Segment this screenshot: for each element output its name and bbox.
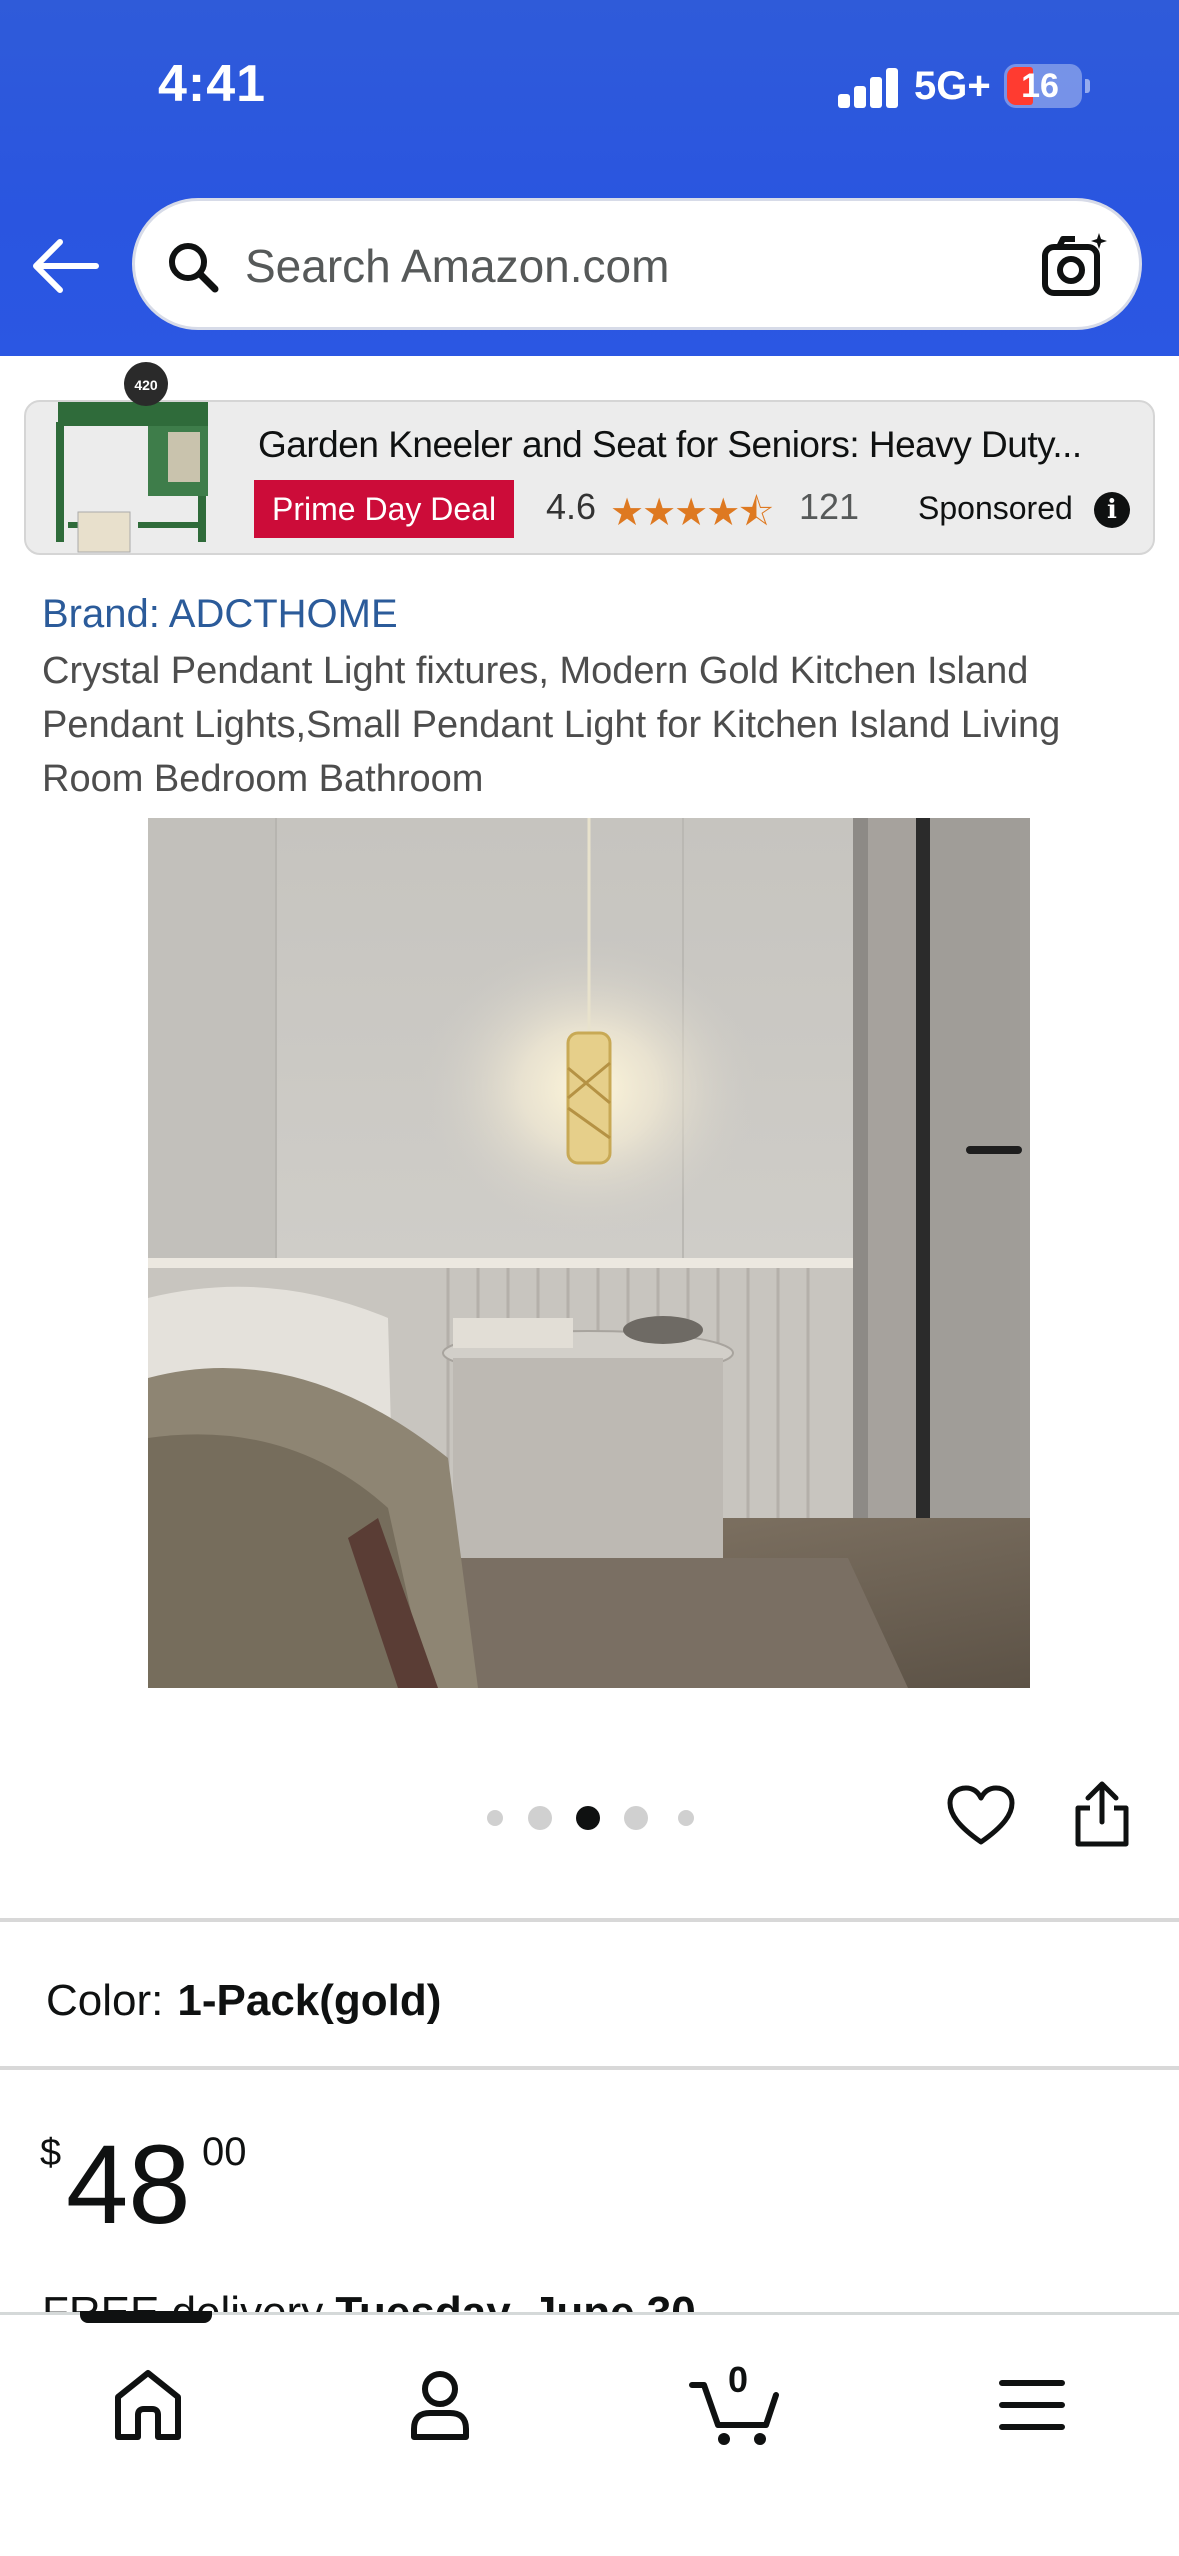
carousel-dot[interactable] (528, 1806, 552, 1830)
product-title: Crystal Pendant Light fixtures, Modern G… (42, 650, 1061, 800)
search-input[interactable] (245, 231, 1005, 301)
ad-review-count: 121 (799, 486, 860, 527)
product-photo (148, 818, 1030, 1688)
ad-star-rating: ★★★★⯪ (610, 492, 774, 534)
carousel-dot[interactable] (487, 1810, 503, 1826)
price-currency: $ (40, 2132, 62, 2174)
cart-button[interactable]: 0 (688, 2355, 788, 2455)
price-fraction: 00 (202, 2130, 247, 2174)
back-arrow-icon[interactable] (30, 236, 100, 296)
cellular-signal-icon (838, 66, 900, 108)
section-divider (0, 2066, 1179, 2070)
heart-icon[interactable] (946, 1784, 1016, 1848)
brand-link[interactable]: Brand: ADCTHOME (42, 592, 398, 637)
search-bar[interactable] (132, 198, 1142, 330)
carousel-dot[interactable] (624, 1806, 648, 1830)
ad-title[interactable]: Garden Kneeler and Seat for Seniors: Hea… (258, 424, 1118, 466)
color-label: Color: (46, 1976, 164, 2025)
color-selector[interactable]: Color: 1-Pack(gold) (46, 1976, 441, 2026)
share-icon[interactable] (1070, 1778, 1134, 1850)
camera-search-icon[interactable] (1039, 229, 1111, 301)
carousel-dot[interactable] (678, 1810, 694, 1826)
cart-count: 0 (727, 2359, 749, 2400)
prime-day-deal-badge: Prime Day Deal (254, 480, 515, 538)
ad-product-image: 420 (56, 362, 208, 553)
info-icon[interactable]: i (1094, 492, 1130, 528)
svg-text:420: 420 (134, 377, 158, 393)
app-header: 4:41 5G+ 16 (0, 0, 1179, 356)
active-tab-indicator (80, 2311, 212, 2323)
account-icon[interactable] (390, 2355, 490, 2455)
battery-level: 16 (1021, 67, 1059, 105)
carousel-dot-active[interactable] (576, 1806, 600, 1830)
home-icon[interactable] (98, 2355, 198, 2455)
status-time: 4:41 (158, 55, 267, 113)
battery-icon: 16 (1004, 64, 1090, 108)
ad-rating-value: 4.6 (546, 486, 597, 527)
bottom-nav: 0 (0, 2311, 1179, 2556)
price-whole: 48 (66, 2122, 191, 2247)
section-divider (0, 1918, 1179, 1922)
menu-icon[interactable] (982, 2355, 1082, 2455)
network-type: 5G+ (914, 64, 991, 108)
sponsored-ad-banner[interactable]: 420 Garden Kneeler and Seat for Seniors:… (24, 362, 1155, 555)
product-image[interactable] (148, 818, 1030, 1688)
color-value: 1-Pack(gold) (177, 1976, 442, 2025)
search-icon (169, 243, 219, 293)
sponsored-label: Sponsored (918, 490, 1073, 526)
